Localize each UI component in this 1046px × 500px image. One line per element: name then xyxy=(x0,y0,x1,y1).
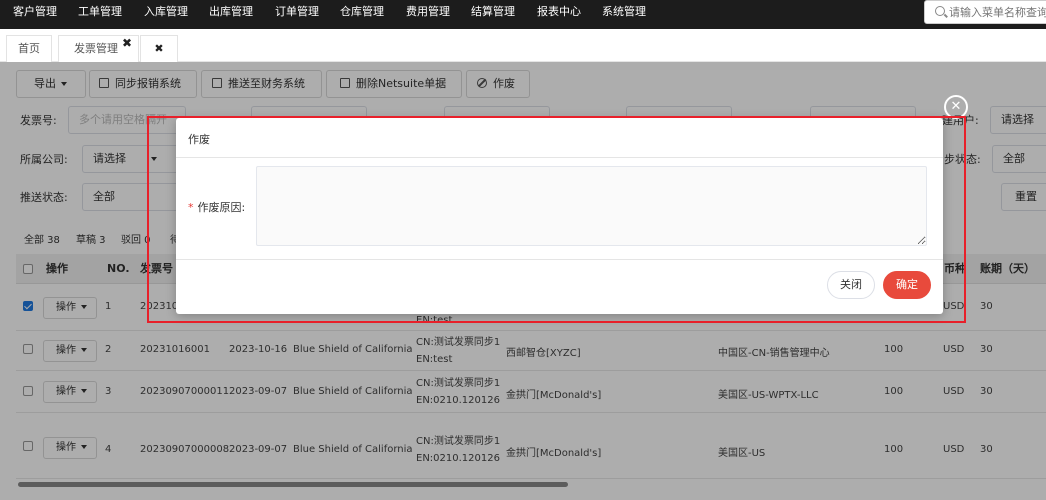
nav-item-report[interactable]: 报表中心 xyxy=(537,0,581,29)
menu-search-input[interactable] xyxy=(949,4,1046,20)
nav-item-inbound[interactable]: 入库管理 xyxy=(144,0,188,29)
void-reason-textarea[interactable] xyxy=(256,166,927,246)
nav-item-workorder[interactable]: 工单管理 xyxy=(78,0,122,29)
nav-item-warehouse[interactable]: 仓库管理 xyxy=(340,0,384,29)
tab-invoice-label: 发票管理 xyxy=(74,42,118,55)
close-all-tab[interactable]: ✖ xyxy=(140,35,178,62)
nav-item-fee[interactable]: 费用管理 xyxy=(406,0,450,29)
nav-item-order[interactable]: 订单管理 xyxy=(275,0,319,29)
close-icon[interactable]: ✖ xyxy=(154,42,163,55)
tab-invoice[interactable]: 发票管理 ✖ xyxy=(58,35,139,62)
nav-item-system[interactable]: 系统管理 xyxy=(602,0,646,29)
modal-close-icon[interactable]: ✕ xyxy=(944,95,968,119)
required-mark: * xyxy=(188,201,194,214)
dialog-close-button[interactable]: 关闭 xyxy=(827,271,875,299)
menu-search-box[interactable] xyxy=(924,0,1046,24)
nav-item-outbound[interactable]: 出库管理 xyxy=(209,0,253,29)
reason-label: * 作废原因: xyxy=(188,199,245,215)
tab-home[interactable]: 首页 xyxy=(6,35,52,62)
void-dialog: 作废 * 作废原因: 关闭 确定 xyxy=(176,118,943,314)
top-navigation: 客户管理 工单管理 入库管理 出库管理 订单管理 仓库管理 费用管理 结算管理 … xyxy=(0,0,1046,29)
dialog-title: 作废 xyxy=(188,133,210,146)
tab-home-label: 首页 xyxy=(18,42,40,55)
nav-item-settlement[interactable]: 结算管理 xyxy=(471,0,515,29)
dialog-footer-divider xyxy=(176,259,943,260)
dialog-confirm-button[interactable]: 确定 xyxy=(883,271,931,299)
tab-bar: 首页 发票管理 ✖ ✖ xyxy=(0,29,1046,62)
nav-item-customer[interactable]: 客户管理 xyxy=(13,0,57,29)
search-icon xyxy=(935,6,945,16)
dialog-header-divider xyxy=(176,157,943,158)
tab-close-icon[interactable]: ✖ xyxy=(122,31,132,56)
reason-label-text: 作废原因: xyxy=(197,201,246,214)
